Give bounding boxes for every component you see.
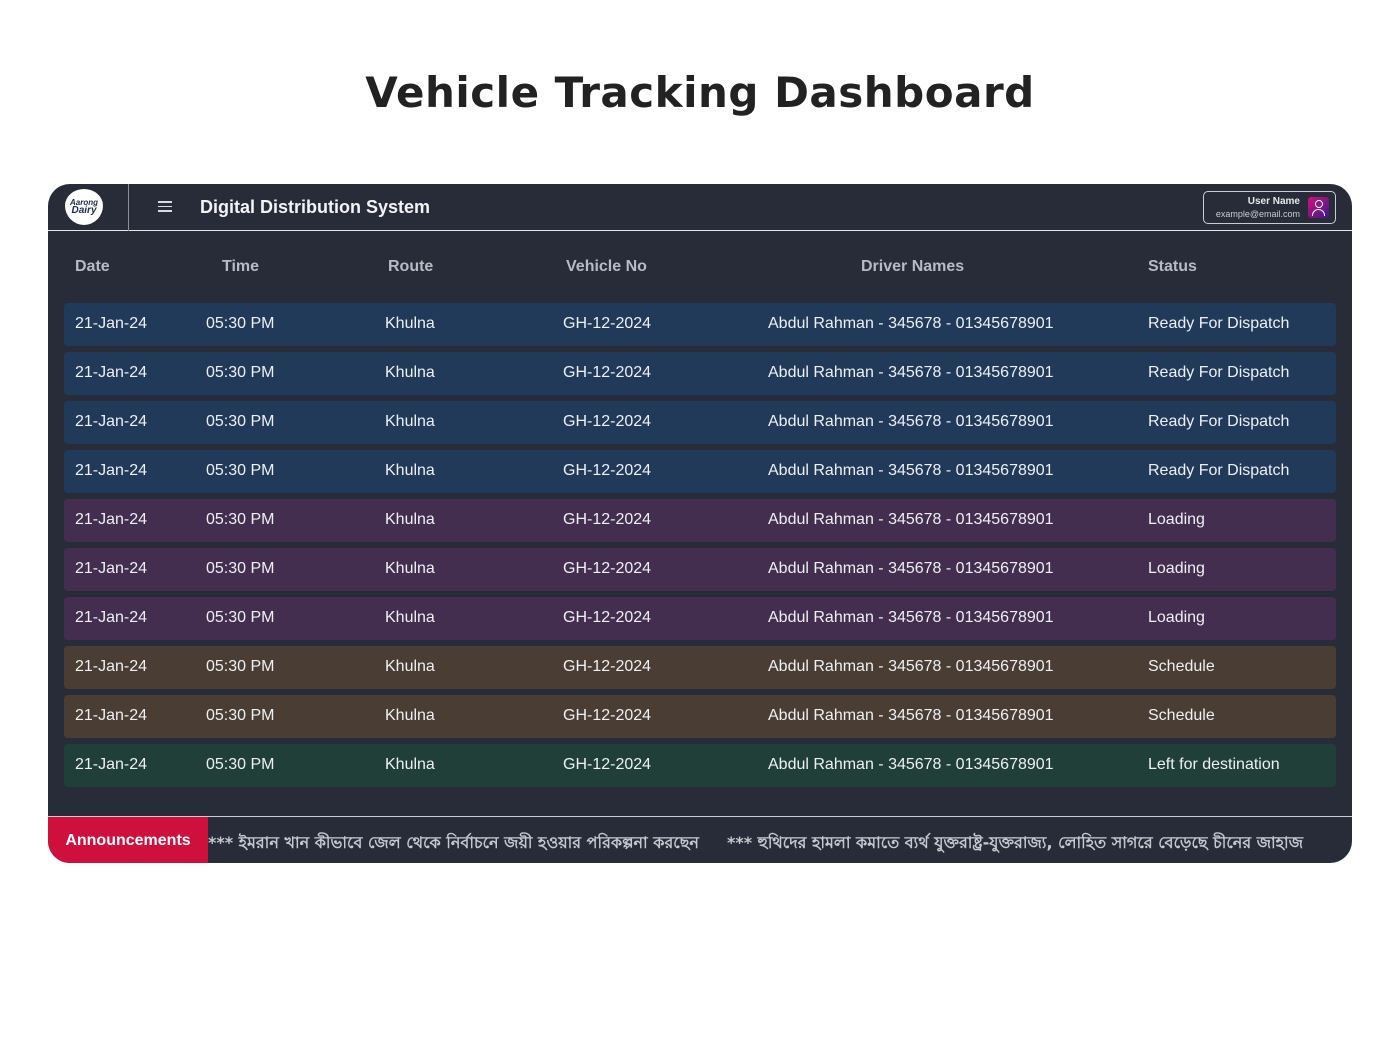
cell-vehicle-no: GH-12-2024 <box>563 658 652 675</box>
cell-date: 21-Jan-24 <box>75 560 148 577</box>
column-header-status[interactable]: Status <box>1148 258 1197 276</box>
table-row[interactable]: 21-Jan-24 05:30 PM Khulna GH-12-2024 Abdul R… <box>64 597 1336 640</box>
cell-date: 21-Jan-24 <box>75 609 148 626</box>
cell-route: Khulna <box>385 609 435 626</box>
cell-date: 21-Jan-24 <box>75 462 148 479</box>
cell-vehicle-no: GH-12-2024 <box>563 413 652 430</box>
logo-text-line2: Dairy <box>71 205 97 216</box>
cell-date: 21-Jan-24 <box>75 658 148 675</box>
app-name: Digital Distribution System <box>200 197 431 217</box>
table-row[interactable]: 21-Jan-24 05:30 PM Khulna GH-12-2024 Abdul R… <box>64 352 1336 395</box>
cell-status: Ready For Dispatch <box>1148 413 1290 430</box>
brand-logo[interactable]: Aarong Dairy <box>65 189 103 225</box>
cell-route: Khulna <box>385 560 435 577</box>
table-header: Date Time Route Vehicle No Driver Names … <box>48 231 1352 301</box>
cell-driver: Abdul Rahman - 345678 - 01345678901 <box>768 315 1054 332</box>
cell-driver: Abdul Rahman - 345678 - 01345678901 <box>768 511 1054 528</box>
announcement-item[interactable]: *** ইমরান খান কীভাবে জেল থেকে নির্বাচনে … <box>208 833 699 852</box>
cell-time: 05:30 PM <box>206 609 275 626</box>
hamburger-icon[interactable] <box>158 201 172 213</box>
cell-date: 21-Jan-24 <box>75 315 148 332</box>
cell-route: Khulna <box>385 315 435 332</box>
column-header-route[interactable]: Route <box>388 258 433 276</box>
cell-driver: Abdul Rahman - 345678 - 01345678901 <box>768 756 1054 773</box>
user-avatar-icon <box>1308 197 1329 218</box>
cell-route: Khulna <box>385 462 435 479</box>
cell-status: Left for destination <box>1148 756 1280 773</box>
cell-status: Ready For Dispatch <box>1148 462 1290 479</box>
cell-driver: Abdul Rahman - 345678 - 01345678901 <box>768 560 1054 577</box>
cell-vehicle-no: GH-12-2024 <box>563 756 652 773</box>
cell-time: 05:30 PM <box>206 560 275 577</box>
column-header-driver-names[interactable]: Driver Names <box>861 258 964 276</box>
cell-driver: Abdul Rahman - 345678 - 01345678901 <box>768 462 1054 479</box>
column-header-vehicle-no[interactable]: Vehicle No <box>566 258 647 276</box>
cell-status: Ready For Dispatch <box>1148 364 1290 381</box>
cell-route: Khulna <box>385 658 435 675</box>
cell-status: Loading <box>1148 609 1205 626</box>
cell-vehicle-no: GH-12-2024 <box>563 364 652 381</box>
cell-route: Khulna <box>385 756 435 773</box>
cell-time: 05:30 PM <box>206 315 275 332</box>
table-row[interactable]: 21-Jan-24 05:30 PM Khulna GH-12-2024 Abdul R… <box>64 499 1336 542</box>
table-row[interactable]: 21-Jan-24 05:30 PM Khulna GH-12-2024 Abdul R… <box>64 548 1336 591</box>
cell-time: 05:30 PM <box>206 511 275 528</box>
table-row[interactable]: 21-Jan-24 05:30 PM Khulna GH-12-2024 Abdul R… <box>64 303 1336 346</box>
table-row[interactable]: 21-Jan-24 05:30 PM Khulna GH-12-2024 Abdul R… <box>64 450 1336 493</box>
cell-status: Schedule <box>1148 658 1215 675</box>
cell-vehicle-no: GH-12-2024 <box>563 707 652 724</box>
top-bar: Aarong Dairy Digital Distribution System… <box>48 184 1352 231</box>
cell-route: Khulna <box>385 413 435 430</box>
cell-time: 05:30 PM <box>206 707 275 724</box>
cell-route: Khulna <box>385 511 435 528</box>
cell-route: Khulna <box>385 364 435 381</box>
cell-time: 05:30 PM <box>206 413 275 430</box>
cell-time: 05:30 PM <box>206 658 275 675</box>
cell-status: Loading <box>1148 560 1205 577</box>
cell-date: 21-Jan-24 <box>75 364 148 381</box>
cell-vehicle-no: GH-12-2024 <box>563 315 652 332</box>
table-row[interactable]: 21-Jan-24 05:30 PM Khulna GH-12-2024 Abdul R… <box>64 744 1336 787</box>
cell-date: 21-Jan-24 <box>75 413 148 430</box>
cell-time: 05:30 PM <box>206 462 275 479</box>
cell-status: Schedule <box>1148 707 1215 724</box>
logo-area: Aarong Dairy <box>48 184 129 231</box>
announcement-bar: Announcements *** ইমরান খান কীভাবে জেল থ… <box>48 816 1352 863</box>
cell-vehicle-no: GH-12-2024 <box>563 511 652 528</box>
column-header-date[interactable]: Date <box>75 258 110 276</box>
cell-status: Ready For Dispatch <box>1148 315 1290 332</box>
page-title: Vehicle Tracking Dashboard <box>365 68 1035 117</box>
user-email: example@email.com <box>1215 209 1300 219</box>
announcements-label[interactable]: Announcements <box>48 817 208 863</box>
cell-vehicle-no: GH-12-2024 <box>563 560 652 577</box>
cell-status: Loading <box>1148 511 1205 528</box>
cell-time: 05:30 PM <box>206 756 275 773</box>
cell-date: 21-Jan-24 <box>75 511 148 528</box>
cell-date: 21-Jan-24 <box>75 707 148 724</box>
table-row[interactable]: 21-Jan-24 05:30 PM Khulna GH-12-2024 Abdul R… <box>64 401 1336 444</box>
announcement-item[interactable]: *** হুথিদের হামলা কমাতে ব্যর্থ যুক্তরাষ্… <box>727 833 1303 852</box>
table-row[interactable]: 21-Jan-24 05:30 PM Khulna GH-12-2024 Abdul R… <box>64 646 1336 689</box>
column-header-time[interactable]: Time <box>222 258 259 276</box>
user-name: User Name <box>1247 196 1300 207</box>
cell-vehicle-no: GH-12-2024 <box>563 609 652 626</box>
cell-date: 21-Jan-24 <box>75 756 148 773</box>
announcement-ticker: *** ইমরান খান কীভাবে জেল থেকে নির্বাচনে … <box>208 830 1331 857</box>
cell-driver: Abdul Rahman - 345678 - 01345678901 <box>768 658 1054 675</box>
cell-time: 05:30 PM <box>206 364 275 381</box>
cell-vehicle-no: GH-12-2024 <box>563 462 652 479</box>
cell-driver: Abdul Rahman - 345678 - 01345678901 <box>768 364 1054 381</box>
cell-driver: Abdul Rahman - 345678 - 01345678901 <box>768 609 1054 626</box>
dashboard-panel: Aarong Dairy Digital Distribution System… <box>48 184 1352 863</box>
cell-driver: Abdul Rahman - 345678 - 01345678901 <box>768 707 1054 724</box>
cell-driver: Abdul Rahman - 345678 - 01345678901 <box>768 413 1054 430</box>
user-profile-button[interactable]: User Name example@email.com <box>1203 191 1336 224</box>
table-row[interactable]: 21-Jan-24 05:30 PM Khulna GH-12-2024 Abdul R… <box>64 695 1336 738</box>
cell-route: Khulna <box>385 707 435 724</box>
